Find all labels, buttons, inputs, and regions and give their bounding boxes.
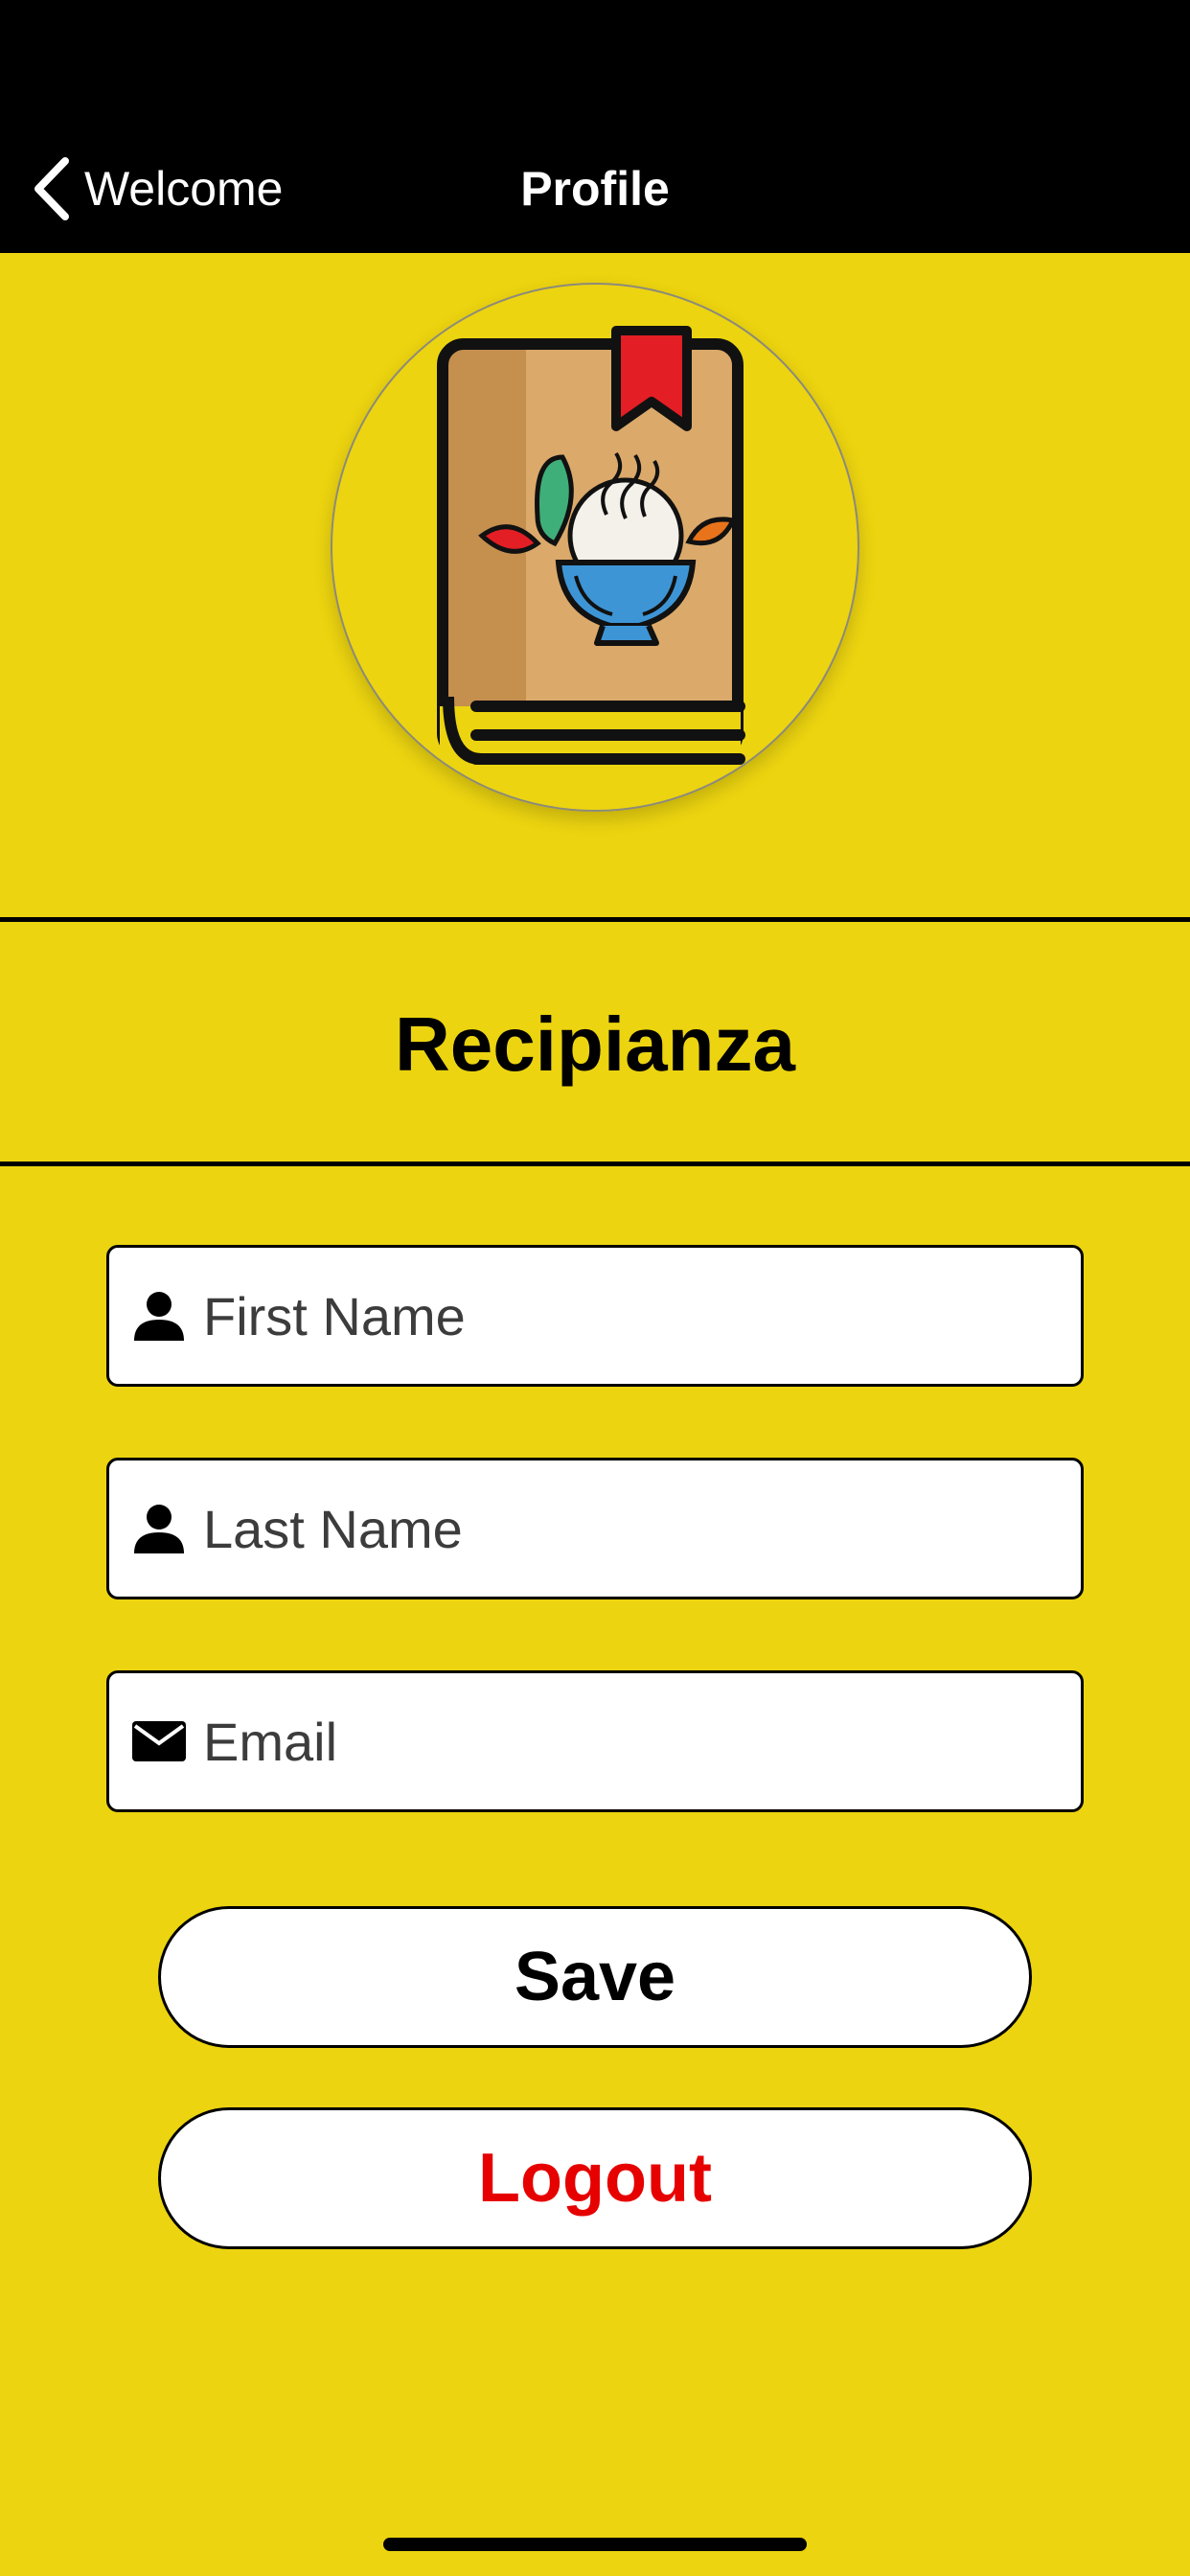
email-input[interactable]: [203, 1710, 1046, 1773]
home-indicator[interactable]: [383, 2538, 807, 2551]
top-divider: [0, 917, 1190, 922]
last-name-input[interactable]: [203, 1497, 1046, 1560]
mail-icon: [130, 1713, 188, 1770]
first-name-field[interactable]: [106, 1245, 1084, 1387]
person-icon: [130, 1287, 188, 1345]
save-button[interactable]: Save: [158, 1906, 1032, 2048]
navigation-bar: Welcome Profile: [0, 0, 1190, 253]
first-name-input[interactable]: [203, 1284, 1046, 1347]
app-logo: [331, 283, 859, 812]
page-title: Profile: [520, 162, 670, 216]
app-name: Recipianza: [395, 1001, 795, 1087]
person-icon: [130, 1500, 188, 1557]
email-field[interactable]: [106, 1670, 1084, 1812]
logout-button[interactable]: Logout: [158, 2107, 1032, 2249]
last-name-field[interactable]: [106, 1458, 1084, 1599]
recipe-book-bowl-icon: [437, 326, 745, 765]
bottom-divider: [0, 1162, 1190, 1166]
